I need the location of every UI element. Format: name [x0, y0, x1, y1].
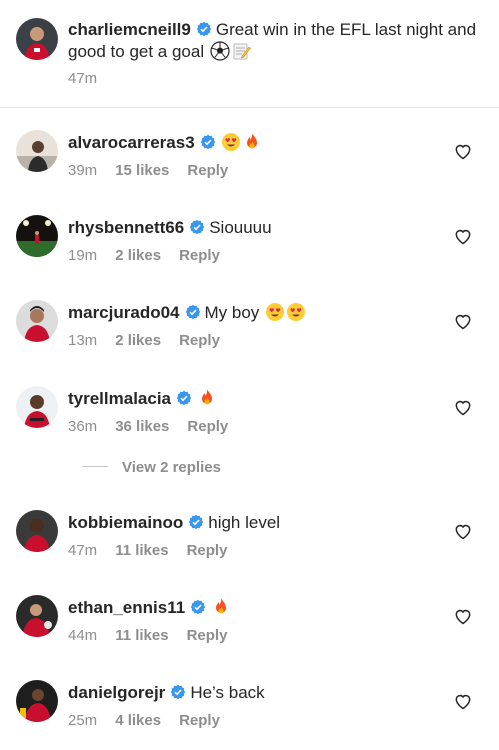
comment-username[interactable]: danielgorejr [68, 683, 165, 702]
soccer-ball-emoji-icon [210, 41, 230, 61]
verified-badge-icon [200, 134, 216, 150]
comment-likes[interactable]: 11 likes [115, 542, 168, 559]
comment-username[interactable]: ethan_ennis11 [68, 598, 185, 617]
like-heart-icon[interactable] [453, 397, 473, 417]
fire-emoji-icon [242, 132, 262, 152]
avatar[interactable] [16, 510, 58, 552]
post-username[interactable]: charliemcneill9 [68, 20, 191, 39]
like-heart-icon[interactable] [453, 521, 473, 541]
reply-button[interactable]: Reply [187, 162, 228, 179]
comment-likes[interactable]: 2 likes [115, 332, 161, 349]
post-time: 47m [68, 70, 98, 87]
comment-time: 39m [68, 162, 98, 179]
comment: rhysbennett66 Siouuuu 19m 2 likes Reply [0, 213, 499, 293]
verified-badge-icon [188, 514, 204, 530]
comment: danielgorejr He’s back 25m 4 likes Reply [0, 678, 499, 750]
like-heart-icon[interactable] [453, 691, 473, 711]
fire-emoji-icon [197, 388, 217, 408]
comment: ethan_ennis11 44m 11 likes Reply [0, 593, 499, 673]
post-caption: charliemcneill9 Great win in the EFL last… [68, 19, 488, 63]
comment-text: Siouuuu [209, 218, 272, 237]
fire-emoji-icon [211, 597, 231, 617]
comment-likes[interactable]: 36 likes [115, 418, 169, 435]
verified-badge-icon [170, 684, 186, 700]
heart-eyes-emoji-icon [286, 302, 306, 322]
like-heart-icon[interactable] [453, 226, 473, 246]
comment-username[interactable]: rhysbennett66 [68, 218, 184, 237]
comment-time: 44m [68, 627, 98, 644]
comment-username[interactable]: alvarocarreras3 [68, 133, 195, 152]
comment-username[interactable]: tyrellmalacia [68, 389, 171, 408]
like-heart-icon[interactable] [453, 606, 473, 626]
reply-button[interactable]: Reply [187, 542, 228, 559]
comment-username[interactable]: kobbiemainoo [68, 513, 183, 532]
comment: kobbiemainoo high level 47m 11 likes Reply [0, 508, 499, 588]
comment: tyrellmalacia 36m 36 likes Reply [0, 384, 499, 464]
like-heart-icon[interactable] [453, 311, 473, 331]
comment-likes[interactable]: 4 likes [115, 712, 161, 729]
avatar[interactable] [16, 130, 58, 172]
like-heart-icon[interactable] [453, 141, 473, 161]
comment-time: 19m [68, 247, 98, 264]
verified-badge-icon [176, 390, 192, 406]
replies-divider [82, 466, 108, 467]
avatar[interactable] [16, 300, 58, 342]
view-replies-label[interactable]: View 2 replies [122, 459, 221, 476]
comment-time: 25m [68, 712, 98, 729]
comment-likes[interactable]: 15 likes [115, 162, 169, 179]
comment-time: 13m [68, 332, 98, 349]
comment-likes[interactable]: 11 likes [115, 627, 168, 644]
avatar[interactable] [16, 680, 58, 722]
comment-likes[interactable]: 2 likes [115, 247, 161, 264]
comment: marcjurado04 My boy 13m 2 likes Reply [0, 298, 499, 378]
comment-text: high level [208, 513, 281, 532]
heart-eyes-emoji-icon [221, 132, 241, 152]
comment-time: 47m [68, 542, 98, 559]
heart-eyes-emoji-icon [265, 302, 285, 322]
post-caption-section: charliemcneill9 Great win in the EFL last… [0, 0, 499, 108]
verified-badge-icon [189, 219, 205, 235]
avatar[interactable] [16, 215, 58, 257]
comment-text: He’s back [190, 683, 265, 702]
verified-badge-icon [190, 599, 206, 615]
verified-badge-icon [196, 21, 212, 37]
view-replies-link[interactable]: View 2 replies [82, 459, 221, 476]
reply-button[interactable]: Reply [179, 332, 220, 349]
avatar[interactable] [16, 18, 58, 60]
comment: alvarocarreras3 39m 15 likes Reply [0, 128, 499, 208]
comment-username[interactable]: marcjurado04 [68, 303, 180, 322]
verified-badge-icon [185, 304, 201, 320]
reply-button[interactable]: Reply [179, 247, 220, 264]
comment-text: My boy [204, 303, 265, 322]
reply-button[interactable]: Reply [187, 627, 228, 644]
memo-emoji-icon [231, 41, 251, 61]
avatar[interactable] [16, 595, 58, 637]
comment-time: 36m [68, 418, 98, 435]
reply-button[interactable]: Reply [187, 418, 228, 435]
reply-button[interactable]: Reply [179, 712, 220, 729]
avatar[interactable] [16, 386, 58, 428]
